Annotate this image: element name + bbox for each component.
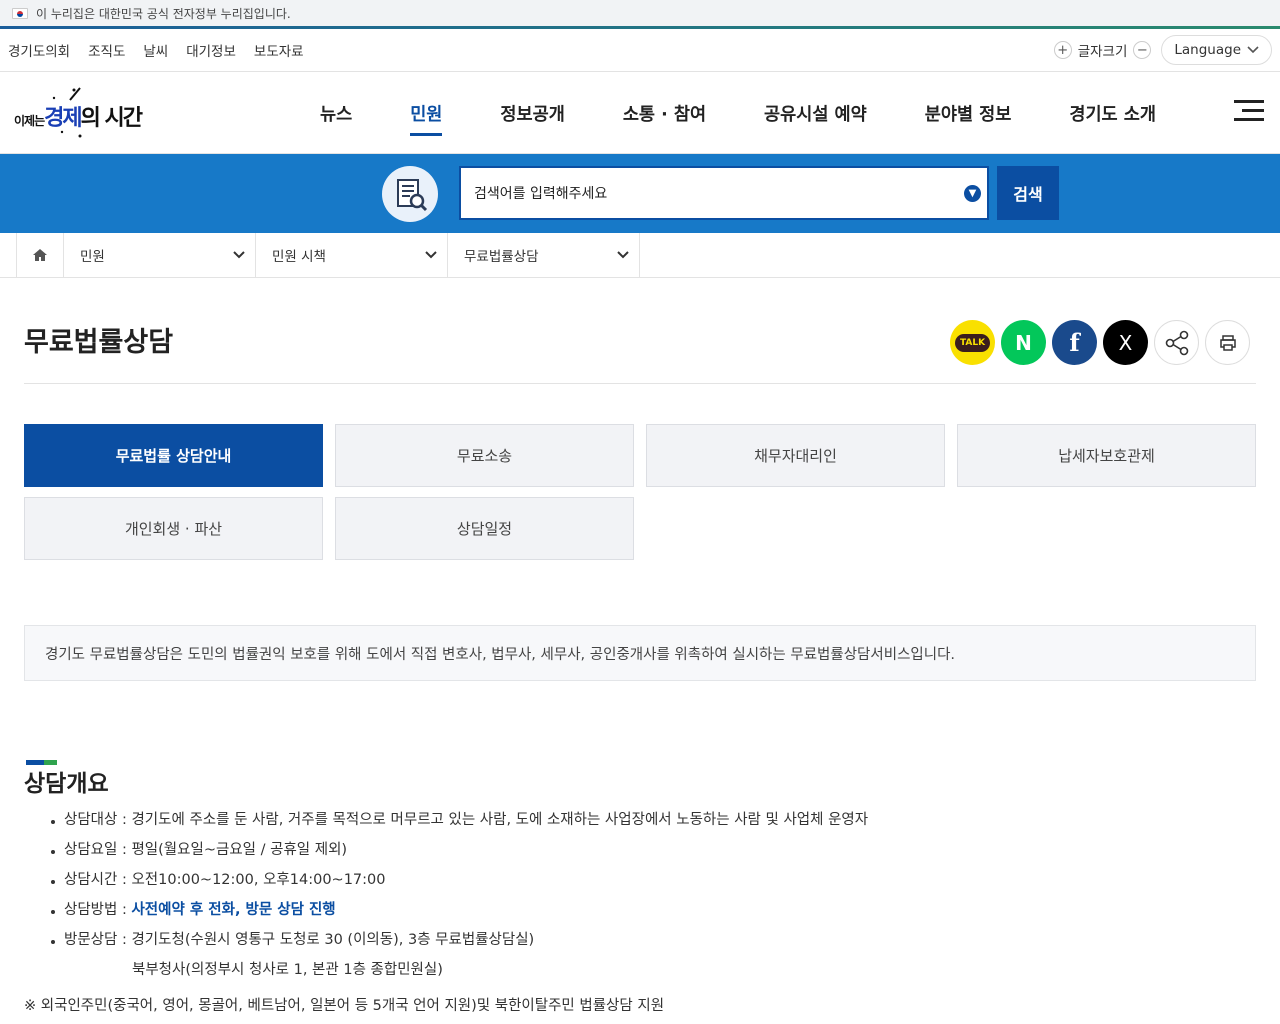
search-button[interactable]: 검색: [997, 166, 1059, 220]
facebook-share-button[interactable]: f: [1052, 320, 1097, 365]
tab-consultation-schedule[interactable]: 상담일정: [335, 497, 634, 560]
chevron-down-icon: [617, 251, 629, 259]
language-label: Language: [1174, 42, 1241, 58]
font-decrease-button[interactable]: −: [1133, 41, 1152, 59]
font-size-label: 글자크기: [1077, 44, 1128, 60]
breadcrumb-level2[interactable]: 민원 시책: [256, 233, 448, 277]
tab-free-lawsuit[interactable]: 무료소송: [335, 424, 634, 487]
page-title-row: 무료법률상담 TALK N f X: [24, 310, 1256, 384]
facebook-icon: f: [1069, 328, 1080, 357]
util-link-weather[interactable]: 날씨: [143, 40, 168, 60]
util-link-assembly[interactable]: 경기도의회: [8, 40, 70, 60]
tab-taxpayer-protection[interactable]: 납세자보호관제: [957, 424, 1256, 487]
print-icon: [1219, 334, 1236, 351]
intro-box: 경기도 무료법률상담은 도민의 법률권익 보호를 위해 도에서 직접 변호사, …: [24, 625, 1256, 681]
section-title: 상담개요: [24, 771, 109, 797]
foreign-support-note: ※ 외국인주민(중국어, 영어, 몽골어, 베트남어, 일본어 등 5개국 언어…: [24, 998, 665, 1014]
home-icon[interactable]: [16, 233, 64, 277]
main-header: 이제는경제의 시간 뉴스 민원 정보공개 소통 · 참여 공유시설 예약 분야별…: [0, 72, 1280, 154]
search-band: 검색어를 입력해주세요 ▼ 검색: [0, 154, 1280, 233]
list-item: 상담방법 : 사전예약 후 전화, 방문 상담 진행: [48, 896, 1048, 926]
share-icon: [1165, 330, 1188, 355]
list-item: 방문상담 : 경기도청(수원시 영통구 도청로 30 (이의동), 3층 무료법…: [48, 926, 1048, 956]
nav-info-disclosure[interactable]: 정보공개: [500, 101, 564, 126]
naver-share-button[interactable]: N: [1001, 320, 1046, 365]
print-button[interactable]: [1205, 320, 1250, 365]
utility-links: 경기도의회 조직도 날씨 대기정보 보도자료: [8, 40, 304, 60]
font-increase-button[interactable]: +: [1053, 41, 1072, 59]
korean-flag-icon: [12, 7, 28, 19]
chevron-down-icon: [233, 251, 245, 259]
nav-news[interactable]: 뉴스: [320, 101, 352, 126]
nav-communication[interactable]: 소통 · 참여: [623, 101, 706, 126]
util-link-org-chart[interactable]: 조직도: [88, 40, 125, 60]
nav-field-info[interactable]: 분야별 정보: [925, 101, 1012, 126]
gov-banner-text: 이 누리집은 대한민국 공식 전자정부 누리집입니다.: [36, 6, 291, 21]
tab-debtor-agent[interactable]: 채무자대리인: [646, 424, 945, 487]
overview-list: 상담대상 : 경기도에 주소를 둔 사람, 거주를 목적으로 머무르고 있는 사…: [48, 806, 1048, 986]
page-title: 무료법률상담: [24, 327, 174, 358]
tab-free-legal-guide[interactable]: 무료법률 상담안내: [24, 424, 323, 487]
list-item: 상담시간 : 오전10:00~12:00, 오후14:00~17:00: [48, 866, 1048, 896]
naver-icon: N: [1015, 330, 1032, 355]
chevron-down-icon: [1247, 46, 1259, 54]
x-icon: X: [1118, 330, 1133, 355]
site-logo[interactable]: 이제는경제의 시간: [14, 86, 143, 140]
nav-civil-affairs[interactable]: 민원: [410, 101, 443, 136]
list-item-continuation: 북부청사(의정부시 청사로 1, 본관 1층 종합민원실): [132, 962, 443, 978]
chevron-down-icon[interactable]: ▼: [964, 185, 981, 202]
section-accent-bar: [26, 750, 61, 765]
breadcrumb-level3[interactable]: 무료법률상담: [448, 233, 640, 277]
x-share-button[interactable]: X: [1103, 320, 1148, 365]
list-item: 상담대상 : 경기도에 주소를 둔 사람, 거주를 목적으로 머무르고 있는 사…: [48, 806, 1048, 836]
utility-bar: 경기도의회 조직도 날씨 대기정보 보도자료 + 글자크기 − Language: [0, 29, 1280, 72]
logo-text: 이제는경제의 시간: [14, 106, 143, 131]
tab-rehabilitation-bankruptcy[interactable]: 개인회생 · 파산: [24, 497, 323, 560]
language-select[interactable]: Language: [1161, 35, 1272, 65]
document-search-icon: [382, 166, 438, 222]
utility-right: + 글자크기 − Language: [1053, 35, 1272, 65]
breadcrumb: 민원 민원 시책 무료법률상담: [0, 233, 1280, 278]
gov-banner: 이 누리집은 대한민국 공식 전자정부 누리집입니다.: [0, 0, 1280, 26]
content-tabs: 무료법률 상담안내 무료소송 채무자대리인 납세자보호관제 개인회생 · 파산 …: [24, 424, 1256, 560]
kakaotalk-icon: TALK: [954, 333, 991, 352]
share-button[interactable]: [1154, 320, 1199, 365]
search-placeholder: 검색어를 입력해주세요: [474, 186, 608, 202]
share-buttons: TALK N f X: [950, 320, 1250, 365]
search-input[interactable]: 검색어를 입력해주세요 ▼: [459, 166, 989, 220]
list-item: 상담요일 : 평일(월요일~금요일 / 공휴일 제외): [48, 836, 1048, 866]
nav-about-gyeonggi[interactable]: 경기도 소개: [1069, 101, 1156, 126]
menu-icon[interactable]: [1234, 100, 1264, 122]
global-nav: 뉴스 민원 정보공개 소통 · 참여 공유시설 예약 분야별 정보 경기도 소개: [320, 72, 1156, 154]
breadcrumb-level1[interactable]: 민원: [64, 233, 256, 277]
util-link-press[interactable]: 보도자료: [254, 40, 304, 60]
nav-facility-reservation[interactable]: 공유시설 예약: [764, 101, 867, 126]
util-link-air-quality[interactable]: 대기정보: [186, 40, 236, 60]
font-size-control: + 글자크기 −: [1053, 40, 1152, 60]
chevron-down-icon: [425, 251, 437, 259]
intro-text: 경기도 무료법률상담은 도민의 법률권익 보호를 위해 도에서 직접 변호사, …: [45, 646, 956, 663]
kakaotalk-share-button[interactable]: TALK: [950, 320, 995, 365]
